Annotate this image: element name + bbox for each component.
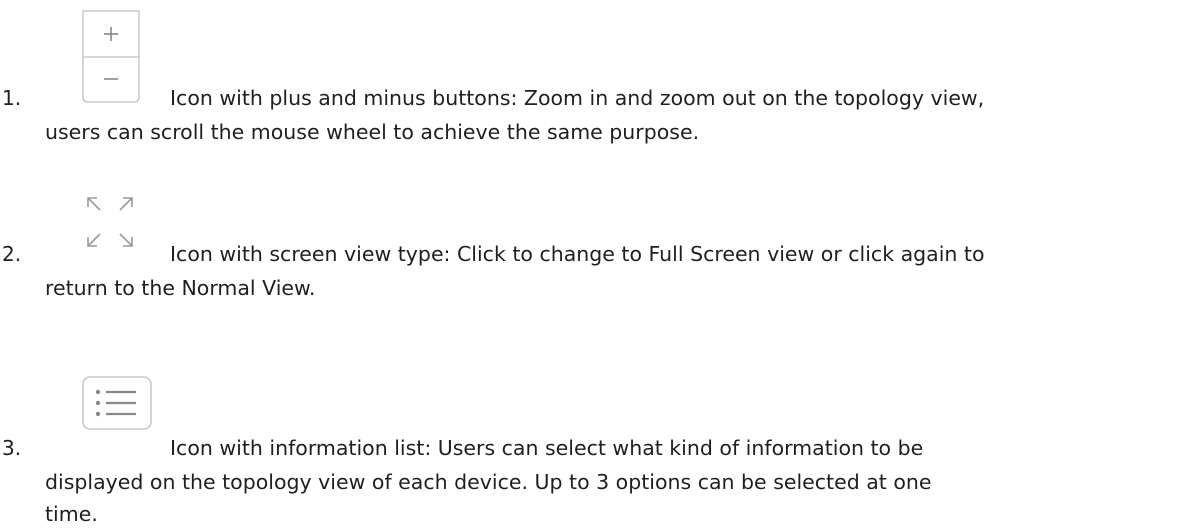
item-3-text-line-3: time. — [45, 502, 98, 526]
fullscreen-arrows-icon — [80, 190, 144, 254]
item-2-text-line-1: Icon with screen view type: Click to cha… — [170, 242, 985, 266]
item-2-text-line-2: return to the Normal View. — [45, 276, 316, 300]
item-3-text-line-1: Icon with information list: Users can se… — [170, 436, 924, 460]
zoom-plus-minus-icon — [80, 8, 142, 105]
item-1-text-line-2: users can scroll the mouse wheel to achi… — [45, 120, 700, 144]
list-number-1: 1. — [2, 86, 22, 110]
list-number-2: 2. — [2, 242, 22, 266]
item-3-text-line-2: displayed on the topology view of each d… — [45, 470, 932, 494]
information-list-icon — [80, 374, 160, 434]
list-number-3: 3. — [2, 436, 22, 460]
item-1-text-line-1: Icon with plus and minus buttons: Zoom i… — [170, 86, 985, 110]
